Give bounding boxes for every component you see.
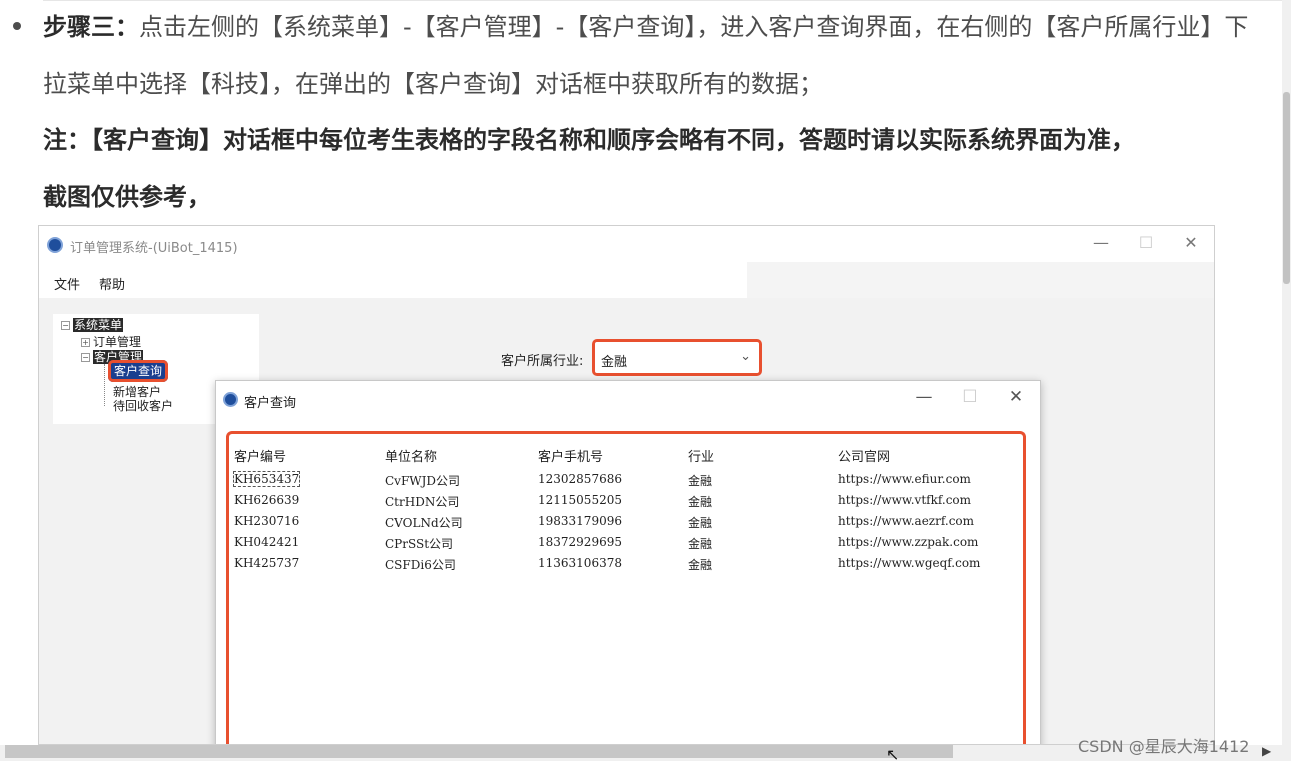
watermark: CSDN @星辰大海1412 <box>1078 737 1250 756</box>
dialog-close-button[interactable]: ✕ <box>1005 387 1027 407</box>
table-cell[interactable]: KH230716 <box>234 514 299 528</box>
collapse-icon: − <box>61 321 70 330</box>
menu-help[interactable]: 帮助 <box>99 274 125 293</box>
table-cell[interactable]: https://www.efiur.com <box>838 472 971 486</box>
column-header[interactable]: 行业 <box>688 446 714 465</box>
tree-root[interactable]: − 系统菜单 <box>61 318 124 332</box>
app-title: 订单管理系统-(UiBot_1415) <box>70 241 238 256</box>
app-logo-icon <box>223 392 238 407</box>
tree-item-customer-query[interactable]: 客户查询 <box>108 360 169 382</box>
expand-icon: + <box>81 338 90 347</box>
table-cell[interactable]: 金融 <box>688 535 712 552</box>
column-header[interactable]: 单位名称 <box>385 446 437 465</box>
step-line-continued: 拉菜单中选择【科技】，在弹出的【客户查询】对话框中获取所有的数据； <box>43 70 823 98</box>
horizontal-scroll-thumb[interactable] <box>5 745 953 758</box>
divider <box>43 0 1282 1</box>
mouse-cursor-icon: ↖ <box>886 745 900 761</box>
tree-item-label: 客户查询 <box>108 360 169 382</box>
industry-select-value: 金融 <box>601 355 628 370</box>
close-button[interactable]: ✕ <box>1181 233 1201 252</box>
table-cell[interactable]: 12115055205 <box>538 493 622 507</box>
list-bullet <box>13 22 21 30</box>
table-cell[interactable]: CVOLNd公司 <box>385 514 463 531</box>
dialog-title: 客户查询 <box>244 396 297 411</box>
customer-query-dialog: 客户查询 — ☐ ✕ 客户编号 单位名称 客户手机号 行业 公司官网 KH653… <box>215 380 1041 744</box>
step-text: 点击左侧的【系统菜单】-【客户管理】-【客户查询】，进入客户查询界面，在右侧的【… <box>139 13 1249 41</box>
chevron-down-icon: ⌄ <box>740 349 751 364</box>
industry-select[interactable]: 金融 ⌄ <box>592 339 762 376</box>
tree-item-label: 订单管理 <box>93 335 142 349</box>
column-header[interactable]: 客户编号 <box>234 446 286 465</box>
tree-item-pending-customer[interactable]: 待回收客户 <box>113 399 173 413</box>
column-header[interactable]: 客户手机号 <box>538 446 603 465</box>
app-titlebar: 订单管理系统-(UiBot_1415) — ☐ ✕ <box>39 226 1214 262</box>
dialog-minimize-button[interactable]: — <box>913 387 935 407</box>
note-line-continued: 截图仅供参考， <box>43 183 211 211</box>
article-text: 步骤三：点击左侧的【系统菜单】-【客户管理】-【客户查询】，进入客户查询界面，在… <box>0 0 1282 222</box>
table-cell[interactable]: KH425737 <box>234 556 299 570</box>
menu-bar: 文件 帮助 <box>39 262 747 298</box>
table-cell[interactable]: CtrHDN公司 <box>385 493 459 510</box>
step-label: 步骤三： <box>43 13 139 41</box>
table-cell[interactable]: 12302857686 <box>538 472 622 486</box>
dialog-maximize-button[interactable]: ☐ <box>959 387 981 407</box>
tree-item-label: 新增客户 <box>113 385 162 399</box>
vertical-scroll-thumb[interactable] <box>1283 92 1290 284</box>
tree-item-order-mgmt[interactable]: + 订单管理 <box>81 335 141 349</box>
table-cell[interactable]: 金融 <box>688 493 712 510</box>
industry-filter-label: 客户所属行业: <box>501 354 584 369</box>
table-cell[interactable]: CSFDi6公司 <box>385 556 456 573</box>
table-cell[interactable]: KH042421 <box>234 535 299 549</box>
maximize-button[interactable]: ☐ <box>1136 233 1156 252</box>
table-cell[interactable]: CvFWJD公司 <box>385 472 460 489</box>
tree-item-label: 待回收客户 <box>113 399 174 413</box>
tree-connector <box>104 364 105 406</box>
table-cell[interactable]: CPrSSt公司 <box>385 535 453 552</box>
minimize-button[interactable]: — <box>1091 233 1111 252</box>
table-cell[interactable]: https://www.wgeqf.com <box>838 556 980 570</box>
step-line: 步骤三：点击左侧的【系统菜单】-【客户管理】-【客户查询】，进入客户查询界面，在… <box>43 10 1248 44</box>
table-cell[interactable]: https://www.zzpak.com <box>838 535 978 549</box>
note-line: 注：【客户查询】对话框中每位考生表格的字段名称和顺序会略有不同，答题时请以实际系… <box>43 126 1135 154</box>
table-cell[interactable]: 19833179096 <box>538 514 622 528</box>
table-cell[interactable]: https://www.aezrf.com <box>838 514 974 528</box>
app-logo-icon <box>47 237 63 253</box>
table-cell[interactable]: 11363106378 <box>538 556 622 570</box>
app-screenshot: 订单管理系统-(UiBot_1415) — ☐ ✕ 文件 帮助 − 系统菜单 + 订… <box>38 225 1215 745</box>
table-cell[interactable]: KH653437 <box>232 471 301 487</box>
table-cell[interactable]: KH626639 <box>234 493 299 507</box>
tree-root-label: 系统菜单 <box>73 318 124 332</box>
table-cell[interactable]: 金融 <box>688 472 712 489</box>
menu-file[interactable]: 文件 <box>54 274 80 293</box>
collapse-icon: − <box>81 353 90 362</box>
table-cell[interactable]: 18372929695 <box>538 535 622 549</box>
table-cell[interactable]: https://www.vtfkf.com <box>838 493 971 507</box>
column-header[interactable]: 公司官网 <box>838 446 890 465</box>
scroll-right-arrow-icon[interactable]: ▶ <box>1262 744 1271 758</box>
table-cell[interactable]: 金融 <box>688 514 712 531</box>
tree-item-new-customer[interactable]: 新增客户 <box>113 385 161 399</box>
table-cell[interactable]: 金融 <box>688 556 712 573</box>
customer-table: 客户编号 单位名称 客户手机号 行业 公司官网 KH653437 CvFWJD公… <box>226 431 1026 744</box>
